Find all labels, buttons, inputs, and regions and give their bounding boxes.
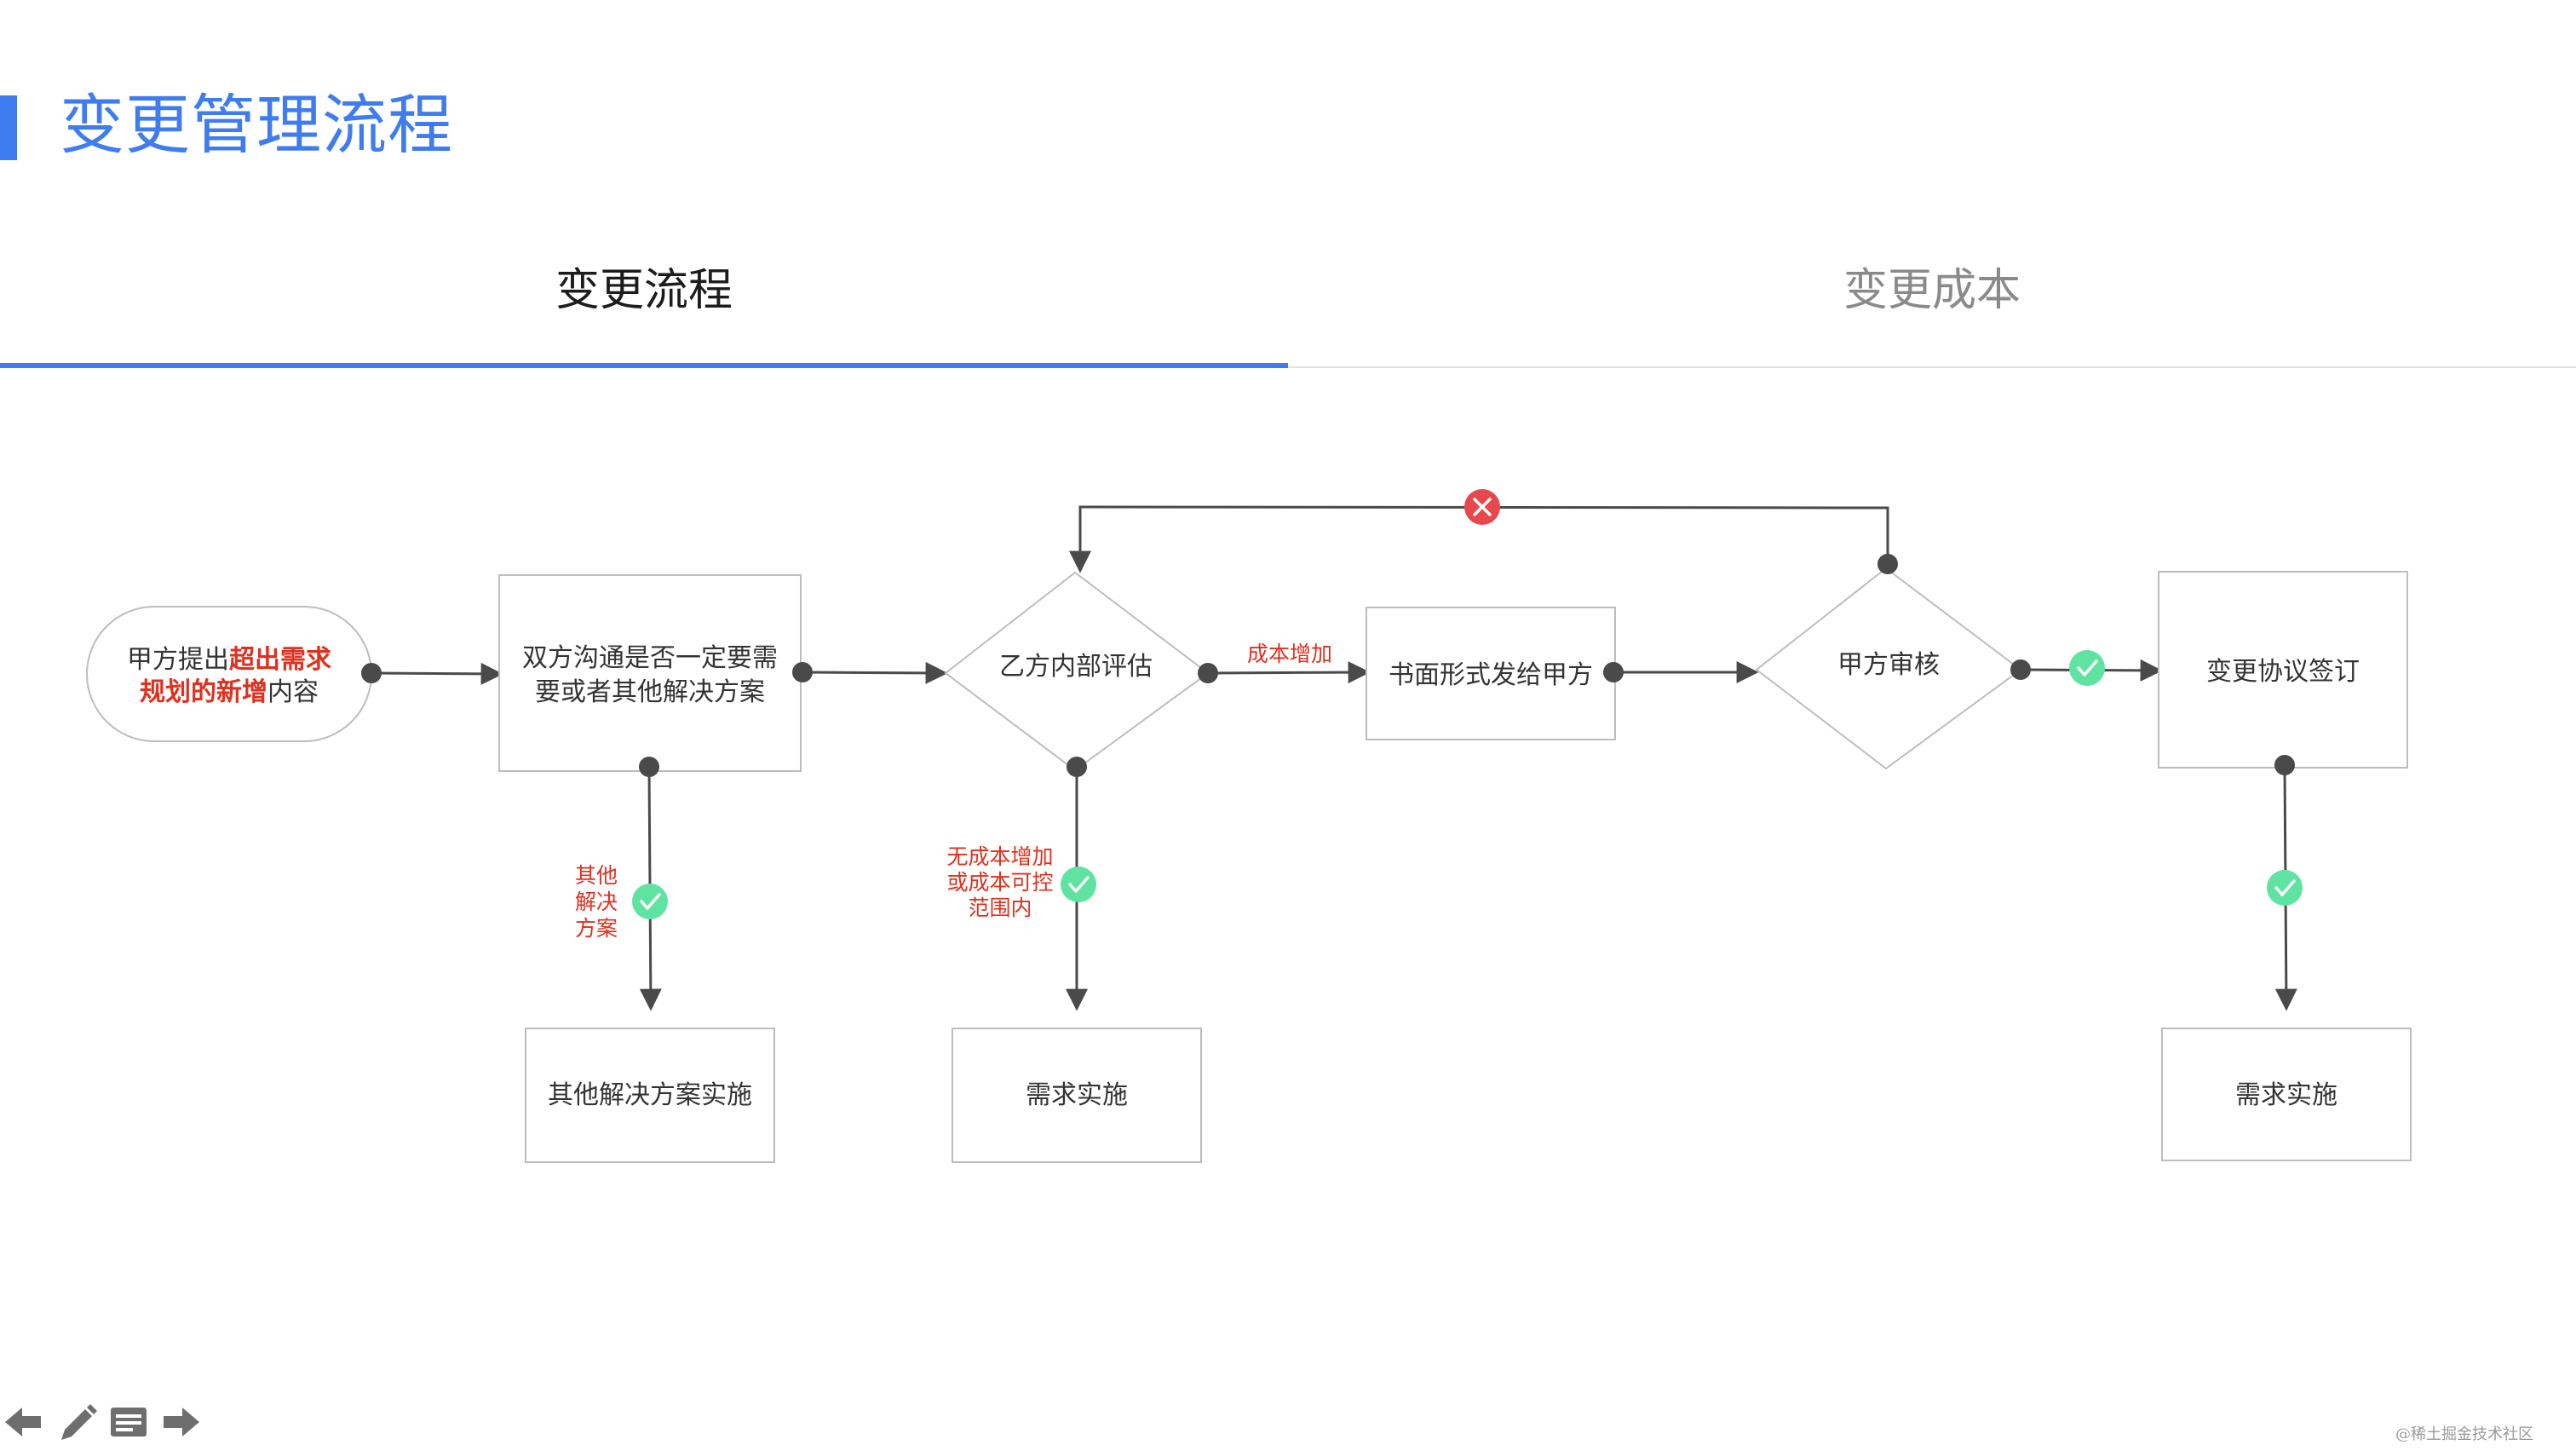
sign-label: 变更协议签订 — [2206, 657, 2360, 687]
reject-icon — [1464, 489, 1500, 525]
written-label: 书面形式发给甲方 — [1389, 660, 1593, 690]
alt-solution-label: 其他解决方案实施 — [548, 1080, 752, 1110]
label-cost-increase: 成本增加 — [1247, 642, 1332, 666]
port-dot — [1603, 662, 1624, 682]
port-dot — [1198, 663, 1218, 683]
implement-2-label: 需求实施 — [2235, 1080, 2337, 1110]
check-icon — [2267, 870, 2303, 906]
check-icon — [2069, 650, 2105, 686]
watermark: @稀土掘金技术社区 — [2395, 1425, 2533, 1443]
start-text-prefix: 甲方提出 — [127, 645, 229, 675]
start-text-highlight-1: 超出需求 — [229, 645, 331, 675]
notes-icon[interactable] — [107, 1401, 150, 1443]
pen-icon[interactable] — [55, 1401, 97, 1443]
check-icon — [1061, 867, 1096, 902]
slideshow-controls — [2, 1401, 203, 1443]
svg-text:规划的新增内容: 规划的新增内容 — [140, 677, 319, 707]
arrow-left-icon[interactable] — [2, 1401, 44, 1443]
communicate-line1: 双方沟通是否一定要需 — [522, 643, 778, 673]
edge-evaluate-written — [1207, 661, 1371, 684]
flowchart: 甲方提出超出需求 规划的新增内容 双方沟通是否一定要需 要或者其他解决方案 乙方… — [86, 489, 2412, 1163]
arrow-right-icon[interactable] — [160, 1401, 203, 1443]
evaluate-label: 乙方内部评估 — [999, 652, 1153, 682]
port-dot — [2274, 755, 2295, 775]
edge-communicate-evaluate — [802, 661, 948, 684]
port-dot — [1067, 757, 1087, 777]
label-other-solution-1: 其他 — [575, 863, 618, 888]
edge-start-communicate — [371, 662, 503, 685]
port-dot — [361, 663, 382, 683]
label-no-cost-1: 无成本增加 — [946, 844, 1053, 869]
implement-1-label: 需求实施 — [1026, 1080, 1128, 1110]
port-dot — [639, 757, 659, 777]
label-no-cost-3: 范围内 — [968, 895, 1032, 920]
review-label: 甲方审核 — [1837, 650, 1940, 680]
label-other-solution-3: 方案 — [575, 916, 618, 941]
communicate-line2: 要或者其他解决方案 — [535, 677, 765, 707]
node-communicate — [498, 574, 802, 772]
start-text-suffix: 内容 — [267, 677, 319, 707]
label-other-solution-2: 解决 — [575, 890, 618, 914]
start-text-highlight-2: 规划的新增 — [140, 677, 267, 707]
label-no-cost-2: 或成本可控 — [946, 870, 1053, 895]
check-icon — [632, 884, 668, 919]
port-dot — [2010, 659, 2031, 680]
svg-text:甲方提出超出需求: 甲方提出超出需求 — [127, 645, 331, 675]
port-dot — [1877, 554, 1898, 574]
port-dot — [792, 662, 813, 682]
